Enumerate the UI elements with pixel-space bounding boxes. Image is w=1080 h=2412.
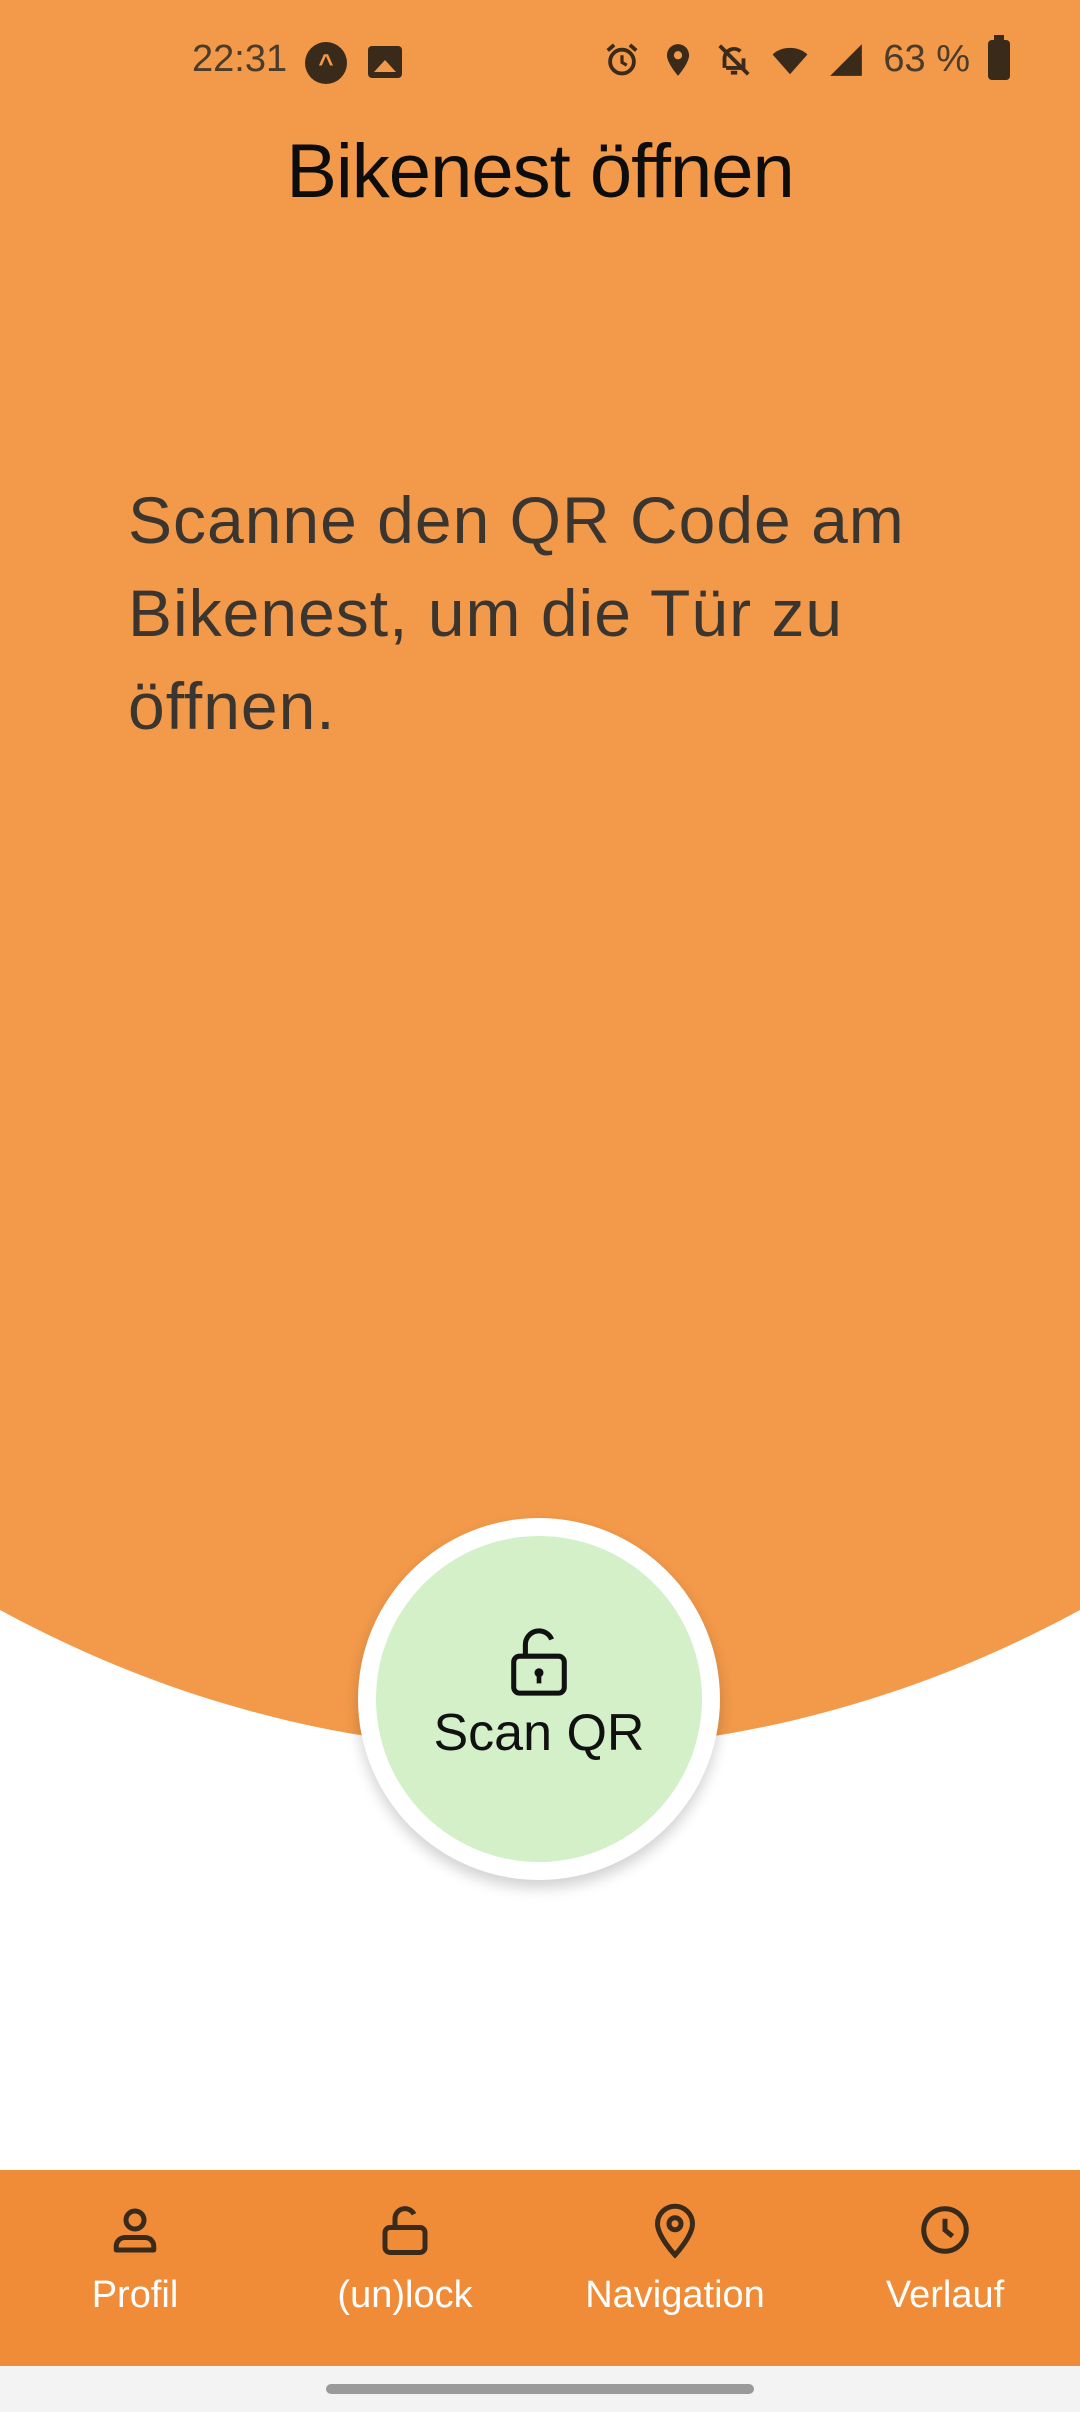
battery-level: 63 %: [883, 38, 970, 80]
screen: 22:31 ^ 63 % Bikenest öffnen Scanne den …: [0, 0, 1080, 2412]
unlock-icon: [382, 2206, 428, 2255]
nav-item-unlock[interactable]: (un)lock: [270, 2170, 540, 2366]
page-title: Bikenest öffnen: [286, 129, 795, 214]
clock-icon: [921, 2206, 969, 2254]
location-pin-icon: [654, 2203, 696, 2259]
wifi-icon: [772, 47, 808, 74]
orange-background: [0, 0, 1080, 1750]
nav-label-unlock: (un)lock: [337, 2274, 473, 2316]
status-bar: 22:31 ^ 63 %: [0, 0, 1080, 124]
battery-icon: [988, 34, 1010, 80]
unlock-icon: [511, 1628, 567, 1696]
status-icons: 63 %: [603, 34, 1010, 81]
instruction-text: Scanne den QR Code am Bikenest, um die T…: [128, 483, 905, 743]
nav-item-navigation[interactable]: Navigation: [540, 2170, 810, 2366]
nav-label-verlauf: Verlauf: [885, 2274, 1005, 2316]
nav-label-profil: Profil: [91, 2274, 179, 2316]
nav-item-verlauf[interactable]: Verlauf: [810, 2170, 1080, 2366]
person-icon: [113, 2208, 157, 2253]
gesture-handle[interactable]: [326, 2384, 754, 2394]
scan-qr-button[interactable]: Scan QR: [358, 1518, 720, 1880]
bottom-navigation: Profil (un)lock Navigation Verlauf: [0, 2170, 1080, 2366]
image-icon: [368, 46, 402, 78]
nav-item-profil[interactable]: Profil: [0, 2170, 270, 2366]
alarm-icon: [606, 43, 638, 75]
location-icon: [667, 43, 690, 76]
nav-label-navigation: Navigation: [585, 2274, 765, 2316]
app-a-icon: ^: [305, 42, 347, 84]
scan-qr-label: Scan QR: [433, 1704, 645, 1762]
scan-qr-button-face[interactable]: Scan QR: [376, 1536, 702, 1862]
gesture-bar-area: [0, 2366, 1080, 2412]
signal-icon: [830, 43, 863, 76]
status-time: 22:31: [192, 38, 288, 80]
bell-off-icon: [718, 43, 750, 76]
